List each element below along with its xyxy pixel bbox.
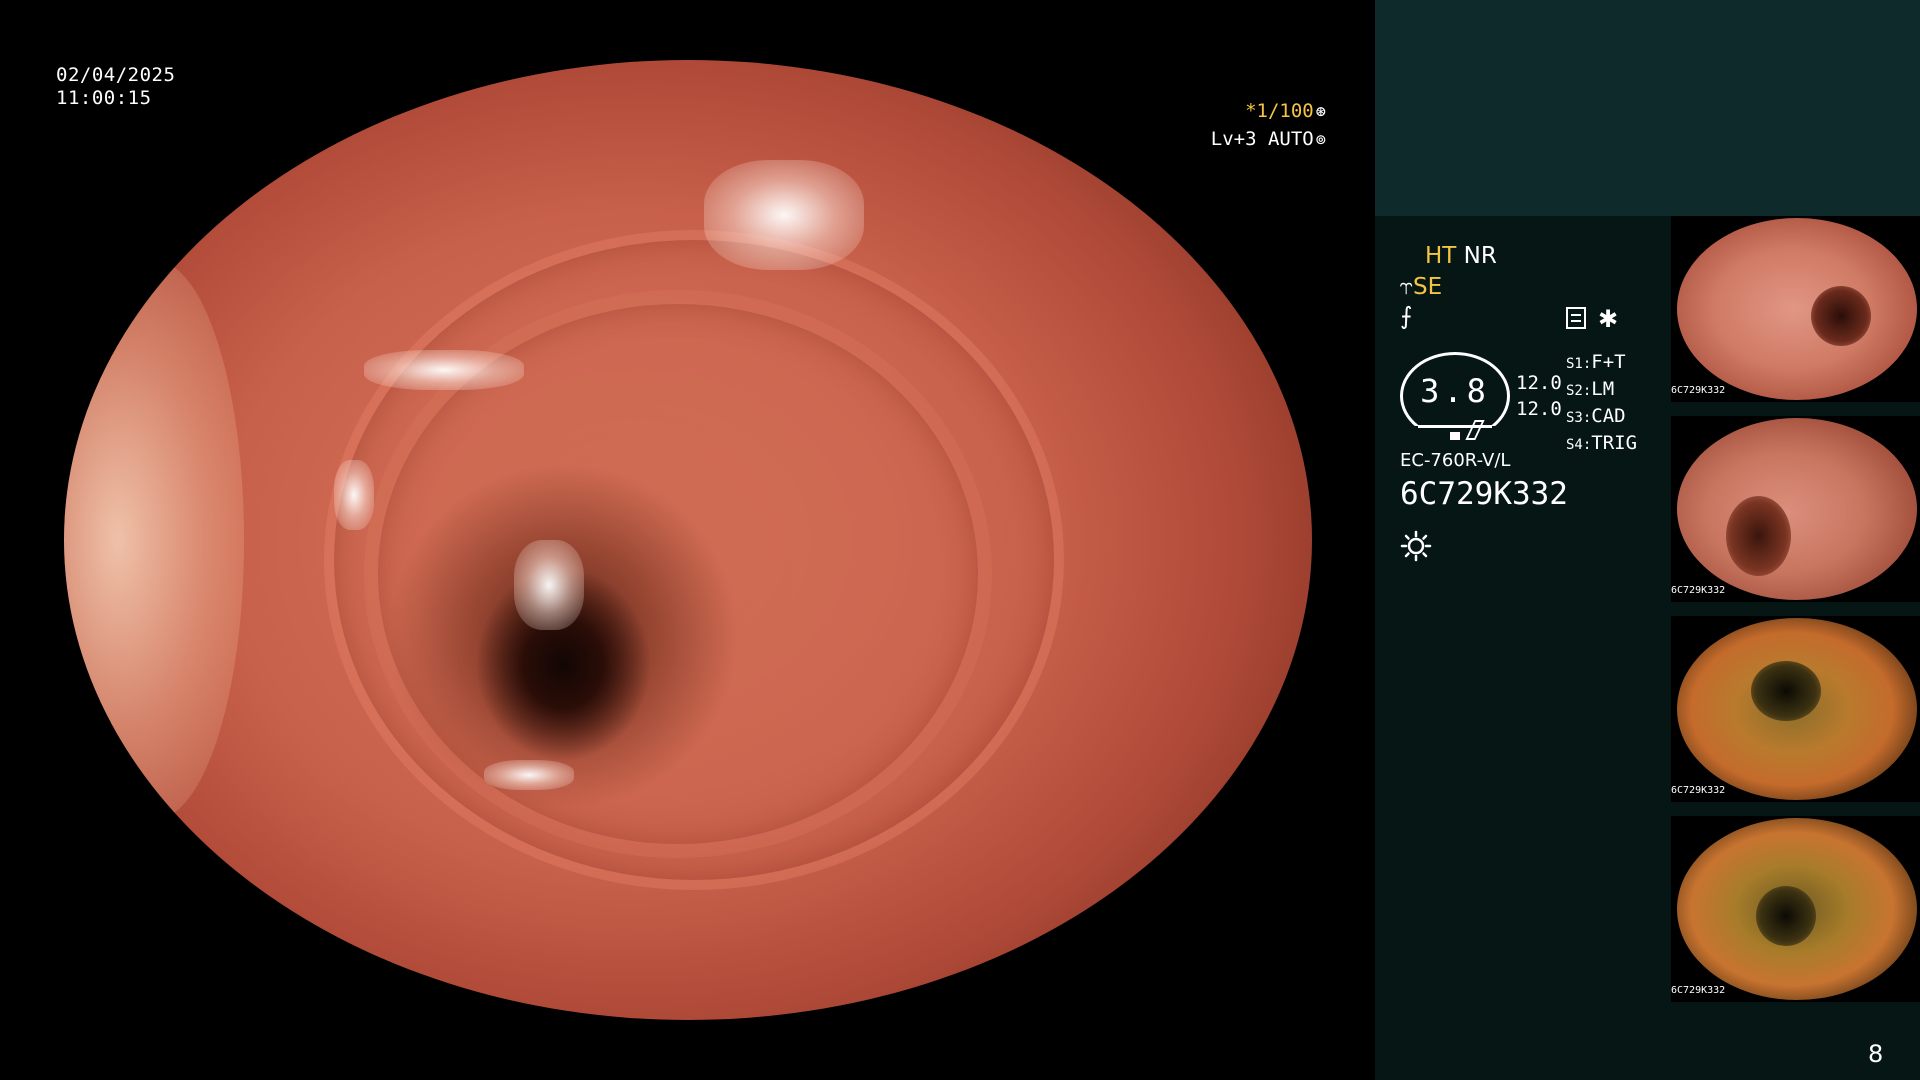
- datetime-overlay: 02/04/2025 11:00:15: [56, 64, 175, 110]
- switch-row: S1:F+T: [1566, 350, 1637, 377]
- page-number: 8: [1868, 1040, 1884, 1068]
- thumbnail-lumen: [1756, 886, 1816, 946]
- switch-key: S2:: [1566, 383, 1592, 399]
- thumbnail-image: [1677, 218, 1917, 400]
- specular-reflection: [514, 540, 584, 630]
- switch-key: S3:: [1566, 410, 1592, 426]
- gauge-value: 3.8: [1420, 372, 1490, 410]
- thumbnail-serial: 6C729K332: [1671, 385, 1726, 396]
- nr-indicator: NR: [1463, 243, 1497, 269]
- iris-mode: AUTO: [1267, 128, 1314, 150]
- specular-reflection: [364, 350, 524, 390]
- shutter-prefix: *: [1245, 100, 1257, 122]
- light-source-icon: [1400, 530, 1432, 562]
- info-panel-header: [1375, 0, 1920, 216]
- thumbnail-lumen: [1726, 496, 1791, 576]
- scope-serial: 6C729K332: [1400, 476, 1568, 512]
- ht-indicator: HT: [1425, 243, 1457, 269]
- iris-icon: ⊚: [1315, 130, 1326, 150]
- filter-icon: ⨍: [1400, 302, 1413, 330]
- brightness-level: Lv+3: [1210, 128, 1257, 150]
- thumbnail-lumen: [1811, 286, 1871, 346]
- shutter-icon: ⊛: [1315, 102, 1326, 122]
- setting-values: 12.0 12.0: [1516, 370, 1562, 422]
- switch-value: CAD: [1591, 405, 1626, 427]
- exposure-overlay: *1/100 ⊛ Lv+3 AUTO ⊚: [1211, 98, 1326, 154]
- specular-reflection: [484, 760, 574, 790]
- endoscopy-screen: 02/04/2025 11:00:15 *1/100 ⊛ Lv+3 AUTO ⊚ H…: [0, 0, 1920, 1080]
- thumbnail-serial: 6C729K332: [1671, 785, 1726, 796]
- shutter-speed: 1/100: [1256, 100, 1314, 122]
- switch-row: S3:CAD: [1566, 404, 1637, 431]
- switch-key: S4:: [1566, 437, 1592, 453]
- thumbnail-serial: 6C729K332: [1671, 985, 1726, 996]
- setting-value: 12.0: [1516, 372, 1562, 394]
- thumbnail-image: [1677, 418, 1917, 600]
- captured-image-thumbnail[interactable]: 6C729K332: [1671, 816, 1920, 1002]
- captured-image-thumbnail[interactable]: 6C729K332: [1671, 216, 1920, 402]
- thumbnail-serial: 6C729K332: [1671, 585, 1726, 596]
- endoscopic-image: [64, 60, 1312, 1020]
- captured-image-thumbnail[interactable]: 6C729K332: [1671, 416, 1920, 602]
- memo-icon: [1566, 307, 1586, 329]
- switch-key: S1:: [1566, 356, 1592, 372]
- switch-row: S4:TRIG: [1566, 431, 1637, 458]
- specular-reflection: [704, 160, 864, 270]
- time-text: 11:00:15: [56, 87, 152, 109]
- switch-value: LM: [1591, 378, 1615, 400]
- setting-value: 12.0: [1516, 398, 1562, 420]
- scope-model: EC-760R-V/L: [1400, 450, 1511, 471]
- asterisk-icon: ✱: [1598, 305, 1619, 333]
- switch-value: F+T: [1591, 351, 1626, 373]
- switch-row: S2:LM: [1566, 377, 1637, 404]
- specular-reflection: [334, 460, 374, 530]
- structure-enhance-icon: ⥾: [1400, 274, 1413, 300]
- mucosa-highlight: [64, 260, 244, 820]
- gauge-marker: [1450, 432, 1460, 440]
- date-text: 02/04/2025: [56, 64, 176, 86]
- thumbnail-lumen: [1751, 661, 1821, 721]
- switch-value: TRIG: [1591, 432, 1638, 454]
- scope-switch-assignments: S1:F+T S2:LM S3:CAD S4:TRIG: [1566, 350, 1637, 458]
- captured-image-thumbnail[interactable]: 6C729K332: [1671, 616, 1920, 802]
- se-indicator: SE: [1412, 274, 1443, 300]
- status-indicators: HT NR ⥾SE ⨍: [1400, 240, 1660, 330]
